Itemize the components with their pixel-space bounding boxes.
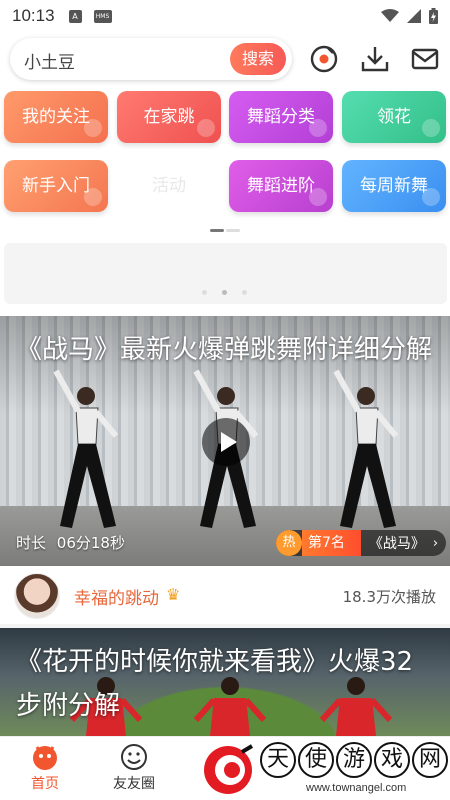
video-title: 《战马》最新火爆弹跳舞附详细分解	[16, 335, 433, 365]
video-title: 《花开的时候你就来看我》火爆32步附分解	[16, 647, 414, 721]
decor-icon	[422, 119, 440, 137]
duration-label: 时长	[16, 534, 47, 552]
search-row: 小土豆 搜索	[0, 38, 450, 80]
crown-icon: ♛	[166, 585, 181, 604]
home-icon	[33, 746, 57, 770]
video-duration: 时长 06分18秒	[16, 532, 125, 553]
page-indicator	[226, 229, 240, 232]
decor-icon	[84, 188, 102, 206]
rank-song: 《战马》	[368, 536, 425, 552]
decor-icon	[309, 188, 327, 206]
author-name[interactable]: 幸福的跳动	[74, 584, 159, 609]
battery-icon	[429, 8, 438, 24]
category-label: 新手入门	[22, 176, 90, 196]
category-advanced[interactable]: 舞蹈进阶	[229, 160, 333, 212]
rank-number: 第7名	[302, 530, 361, 556]
watermark-text: 天 使 游 戏 网	[260, 742, 448, 778]
category-label: 领花	[377, 107, 411, 127]
play-button[interactable]	[202, 418, 250, 466]
signal-icon	[407, 9, 421, 23]
search-input-value: 小土豆	[24, 53, 75, 73]
category-label: 我的关注	[22, 107, 90, 127]
category-label: 舞蹈分类	[247, 107, 315, 127]
watermark-char: 使	[298, 742, 334, 778]
decor-icon	[309, 119, 327, 137]
dancer-figure	[53, 369, 119, 528]
watermark-char: 游	[336, 742, 372, 778]
decor-icon	[422, 188, 440, 206]
chevron-right-icon: ›	[432, 535, 439, 551]
watermark-url: www.townangel.com	[306, 782, 407, 794]
app-screen: 10:13 A HMS 小土豆 搜索 我的关注 在家跳 舞蹈分类 领花 新手入门…	[0, 0, 450, 800]
category-dance-at-home[interactable]: 在家跳	[117, 91, 221, 143]
watermark-char: 网	[412, 742, 448, 778]
hms-icon: HMS	[93, 9, 112, 23]
banner-dot	[242, 290, 247, 295]
watermark-char: 戏	[374, 742, 410, 778]
play-icon	[221, 432, 237, 452]
category-label: 活动	[152, 176, 186, 196]
video-card[interactable]: 《花开的时候你就来看我》火爆32步附分解	[0, 628, 450, 736]
category-label: 舞蹈进阶	[247, 176, 315, 196]
watermark-logo-icon	[204, 744, 254, 794]
category-label: 每周新舞	[360, 176, 428, 196]
status-time: 10:13	[12, 6, 55, 25]
status-bar: 10:13 A HMS	[0, 0, 450, 32]
banner-dot-active	[222, 290, 227, 295]
duration-value: 06分18秒	[56, 534, 125, 552]
author-row: 幸福的跳动 ♛ 18.3万次播放	[0, 568, 450, 624]
decor-icon	[84, 119, 102, 137]
music-disc-icon[interactable]	[309, 44, 339, 74]
category-activity[interactable]: 活动	[117, 160, 221, 212]
banner-dot	[202, 290, 207, 295]
watermark: 天 使 游 戏 网 www.townangel.com	[196, 740, 450, 800]
smile-icon	[121, 744, 147, 770]
rank-badge[interactable]: 热 第7名 《战马》 ›	[276, 530, 447, 556]
avatar[interactable]	[14, 573, 60, 619]
nav-friends[interactable]: 友友圈	[104, 743, 164, 793]
download-icon[interactable]	[360, 44, 390, 74]
mail-icon[interactable]	[410, 44, 440, 74]
status-icons	[381, 8, 438, 24]
dancer-figure	[333, 369, 399, 528]
search-button[interactable]: 搜索	[230, 43, 286, 75]
category-dance-types[interactable]: 舞蹈分类	[229, 91, 333, 143]
category-my-follow[interactable]: 我的关注	[4, 91, 108, 143]
nav-home[interactable]: 首页	[15, 743, 75, 793]
wifi-icon	[381, 9, 399, 22]
play-count: 18.3万次播放	[342, 588, 436, 606]
nav-label: 友友圈	[113, 776, 155, 792]
category-label: 在家跳	[143, 107, 195, 127]
nav-label: 首页	[31, 776, 59, 792]
watermark-char: 天	[260, 742, 296, 778]
search-input[interactable]: 小土豆 搜索	[10, 38, 292, 80]
category-collect-flowers[interactable]: 领花	[342, 91, 446, 143]
banner[interactable]	[4, 243, 447, 304]
decor-icon	[197, 119, 215, 137]
category-weekly-new[interactable]: 每周新舞	[342, 160, 446, 212]
hot-icon: 热	[276, 530, 302, 556]
category-beginner[interactable]: 新手入门	[4, 160, 108, 212]
notification-a-icon: A	[68, 9, 82, 23]
page-indicator-active	[210, 229, 224, 232]
